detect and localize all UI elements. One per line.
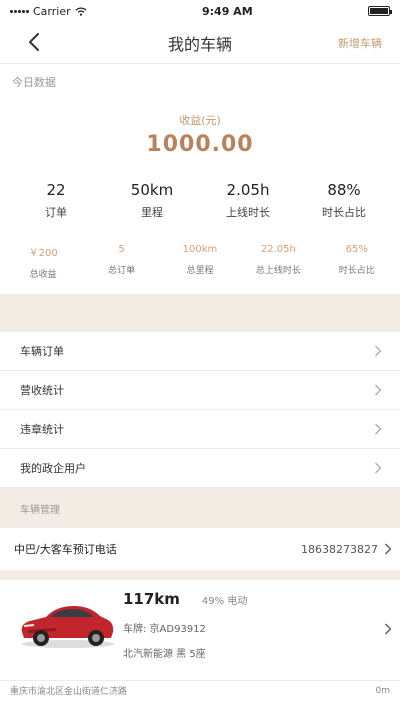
status-left: Carrier [10, 5, 87, 18]
substat-label: 总上线时长 [255, 266, 301, 276]
booking-phone-row[interactable]: 中巴/大客车预订电话 18638273827 [0, 528, 400, 570]
battery-fill [370, 8, 388, 14]
stat-orders: 22 订单 [11, 181, 101, 220]
booking-phone-label: 中巴/大客车预订电话 [14, 543, 117, 556]
menu-item-enterprise-users[interactable]: 我的政企用户 [0, 449, 400, 488]
stat-value: 88% [327, 181, 361, 199]
chevron-right-icon [375, 462, 382, 474]
stat-value: 50km [130, 181, 174, 199]
chevron-right-icon [375, 384, 382, 396]
substat-label: 时长占比 [338, 266, 375, 276]
vehicle-location-row: 重庆市渝北区金山街道仁济路 0m [0, 680, 400, 700]
total-orders: 5 总订单 [84, 244, 160, 280]
total-stats: ￥200 总收益 5 总订单 100km 总里程 22.05h 总上线时长 65… [0, 244, 400, 280]
total-online-duration: 22.05h 总上线时长 [240, 244, 316, 280]
vehicle-card[interactable]: 117km 49% 电动 车牌: 京AD93912 北汽新能源 黑 5座 [0, 580, 400, 680]
status-bar: Carrier 9:49 AM [0, 0, 400, 22]
vehicle-plate: 车牌: 京AD93912 [123, 624, 206, 635]
section-divider [0, 294, 400, 332]
stat-value: 2.05h [226, 181, 270, 199]
substat-label: 总订单 [108, 266, 136, 276]
chevron-right-icon [375, 345, 382, 357]
chevron-right-icon [385, 623, 392, 635]
stat-online-duration: 2.05h 上线时长 [203, 181, 293, 220]
vehicle-mileage: 117km [123, 590, 180, 608]
vehicle-location: 重庆市渝北区金山街道仁济路 [10, 687, 128, 697]
mileage-line: 117km 49% 电动 [123, 590, 247, 608]
stat-value: 22 [46, 181, 66, 199]
earnings-value: 1000.00 [146, 132, 254, 157]
substat-value: 100km [182, 244, 218, 255]
stat-label: 订单 [45, 206, 67, 219]
vehicle-distance: 0m [375, 685, 391, 696]
battery-icon [368, 6, 392, 16]
card-divider [0, 570, 400, 580]
substat-label: 总收益 [29, 270, 57, 280]
menu-label: 车辆订单 [20, 345, 64, 358]
menu-label: 我的政企用户 [20, 462, 86, 475]
total-duration-ratio: 65% 时长占比 [319, 244, 395, 280]
stat-label: 里程 [141, 206, 163, 219]
carrier-label: Carrier [33, 4, 71, 18]
stat-label: 时长占比 [322, 206, 366, 219]
vehicle-battery: 49% 电动 [201, 596, 248, 607]
back-arrow-icon[interactable] [24, 31, 46, 53]
chevron-right-icon [385, 543, 392, 555]
add-vehicle-button[interactable]: 新增车辆 [338, 35, 382, 51]
total-earnings: ￥200 总收益 [5, 244, 81, 280]
menu-item-violation-stats[interactable]: 违章统计 [0, 410, 400, 449]
substat-value: ￥200 [28, 248, 58, 259]
earnings-label: 收益(元) [179, 114, 221, 127]
menu-label: 违章统计 [20, 423, 64, 436]
nav-bar: 我的车辆 新增车辆 [0, 22, 400, 64]
today-section-label: 今日数据 [12, 76, 56, 89]
status-time: 9:49 AM [201, 4, 253, 18]
substat-value: 5 [118, 244, 125, 255]
total-mileage: 100km 总里程 [162, 244, 238, 280]
booking-phone-number: 18638273827 [301, 542, 378, 556]
booking-phone-right: 18638273827 [301, 543, 392, 556]
substat-label: 总里程 [186, 266, 214, 276]
menu-label: 营收统计 [20, 384, 64, 397]
signal-icon [10, 9, 29, 13]
substat-value: 65% [345, 244, 368, 255]
car-image [21, 606, 114, 648]
vehicle-info: 117km 49% 电动 车牌: 京AD93912 北汽新能源 黑 5座 [123, 590, 247, 660]
today-stats: 22 订单 50km 里程 2.05h 上线时长 88% 时长占比 [0, 181, 400, 220]
vehicle-section-header: 车辆管理 [0, 488, 400, 528]
stat-label: 上线时长 [226, 206, 270, 219]
page-title: 我的车辆 [167, 34, 232, 54]
stat-duration-ratio: 88% 时长占比 [299, 181, 389, 220]
menu-item-revenue-stats[interactable]: 营收统计 [0, 371, 400, 410]
vehicle-model: 北汽新能源 黑 5座 [123, 649, 206, 660]
vehicle-section-label: 车辆管理 [20, 504, 60, 516]
menu-item-vehicle-orders[interactable]: 车辆订单 [0, 332, 400, 371]
wifi-icon [75, 6, 87, 16]
stat-mileage: 50km 里程 [107, 181, 197, 220]
earnings-summary: 收益(元) 1000.00 [0, 112, 400, 157]
substat-value: 22.05h [260, 244, 296, 255]
chevron-right-icon [375, 423, 382, 435]
